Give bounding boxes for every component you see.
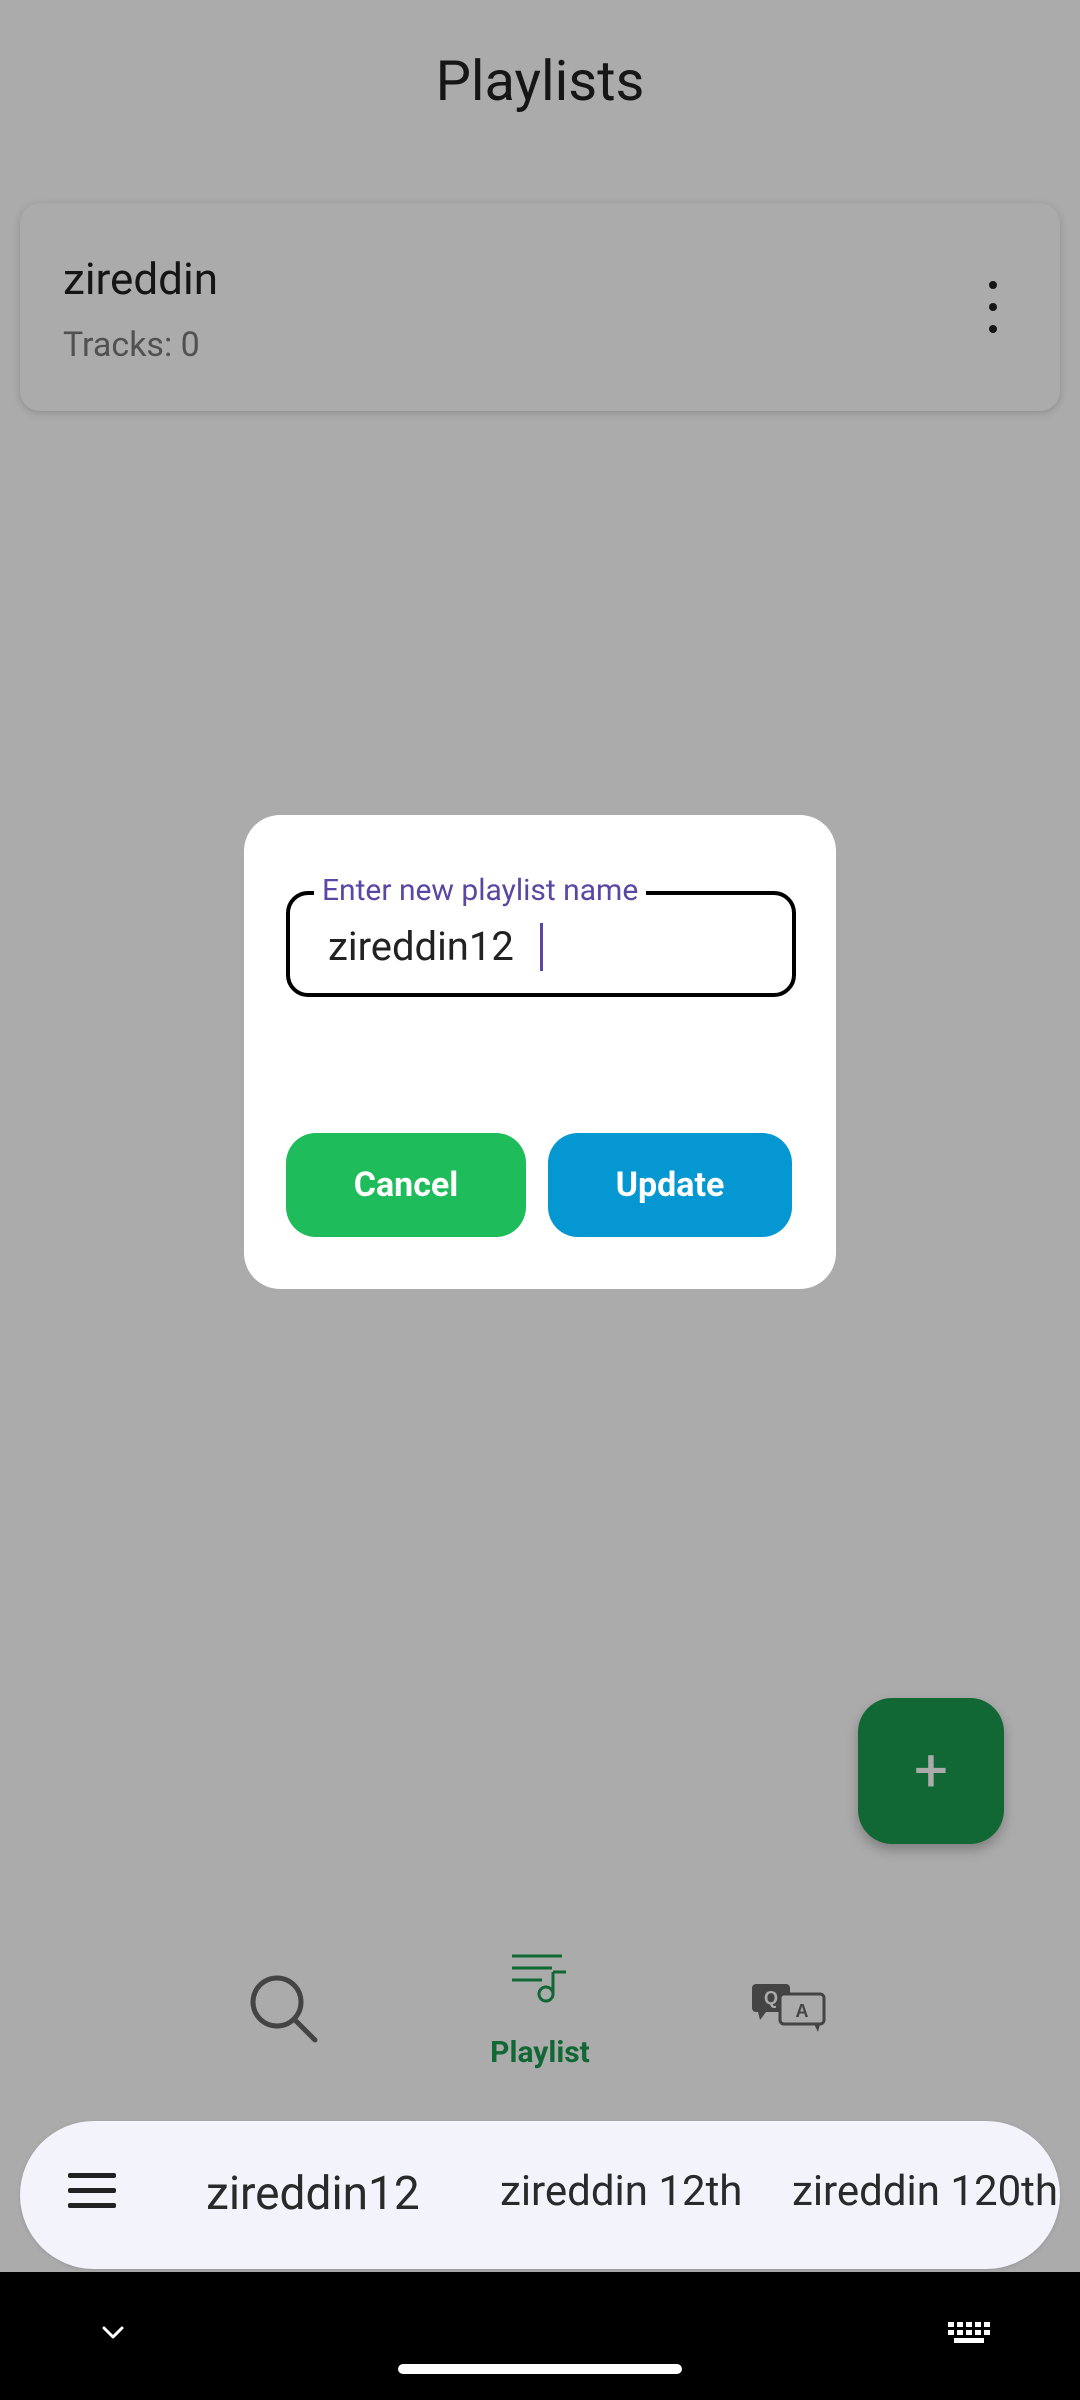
rename-playlist-dialog: Enter new playlist name Cancel Update — [244, 815, 836, 1289]
home-indicator[interactable] — [398, 2364, 682, 2374]
system-navigation-bar — [0, 2272, 1080, 2400]
update-button[interactable]: Update — [548, 1133, 792, 1237]
suggestion-1[interactable]: zireddin12 — [206, 2167, 420, 2221]
playlist-name-field[interactable]: Enter new playlist name — [286, 873, 796, 997]
cancel-button[interactable]: Cancel — [286, 1133, 526, 1237]
keyboard-icon[interactable] — [946, 2320, 992, 2346]
suggestion-2[interactable]: zireddin 12th — [500, 2167, 742, 2216]
menu-icon[interactable] — [68, 2173, 116, 2213]
playlist-name-input[interactable] — [328, 923, 748, 970]
field-label: Enter new playlist name — [314, 873, 647, 908]
keyboard-suggestion-bar: zireddin12 zireddin 12th zireddin 120th — [20, 2121, 1060, 2269]
text-cursor — [540, 923, 543, 971]
suggestion-3[interactable]: zireddin 120th — [792, 2167, 1058, 2216]
chevron-down-icon[interactable] — [98, 2318, 128, 2348]
